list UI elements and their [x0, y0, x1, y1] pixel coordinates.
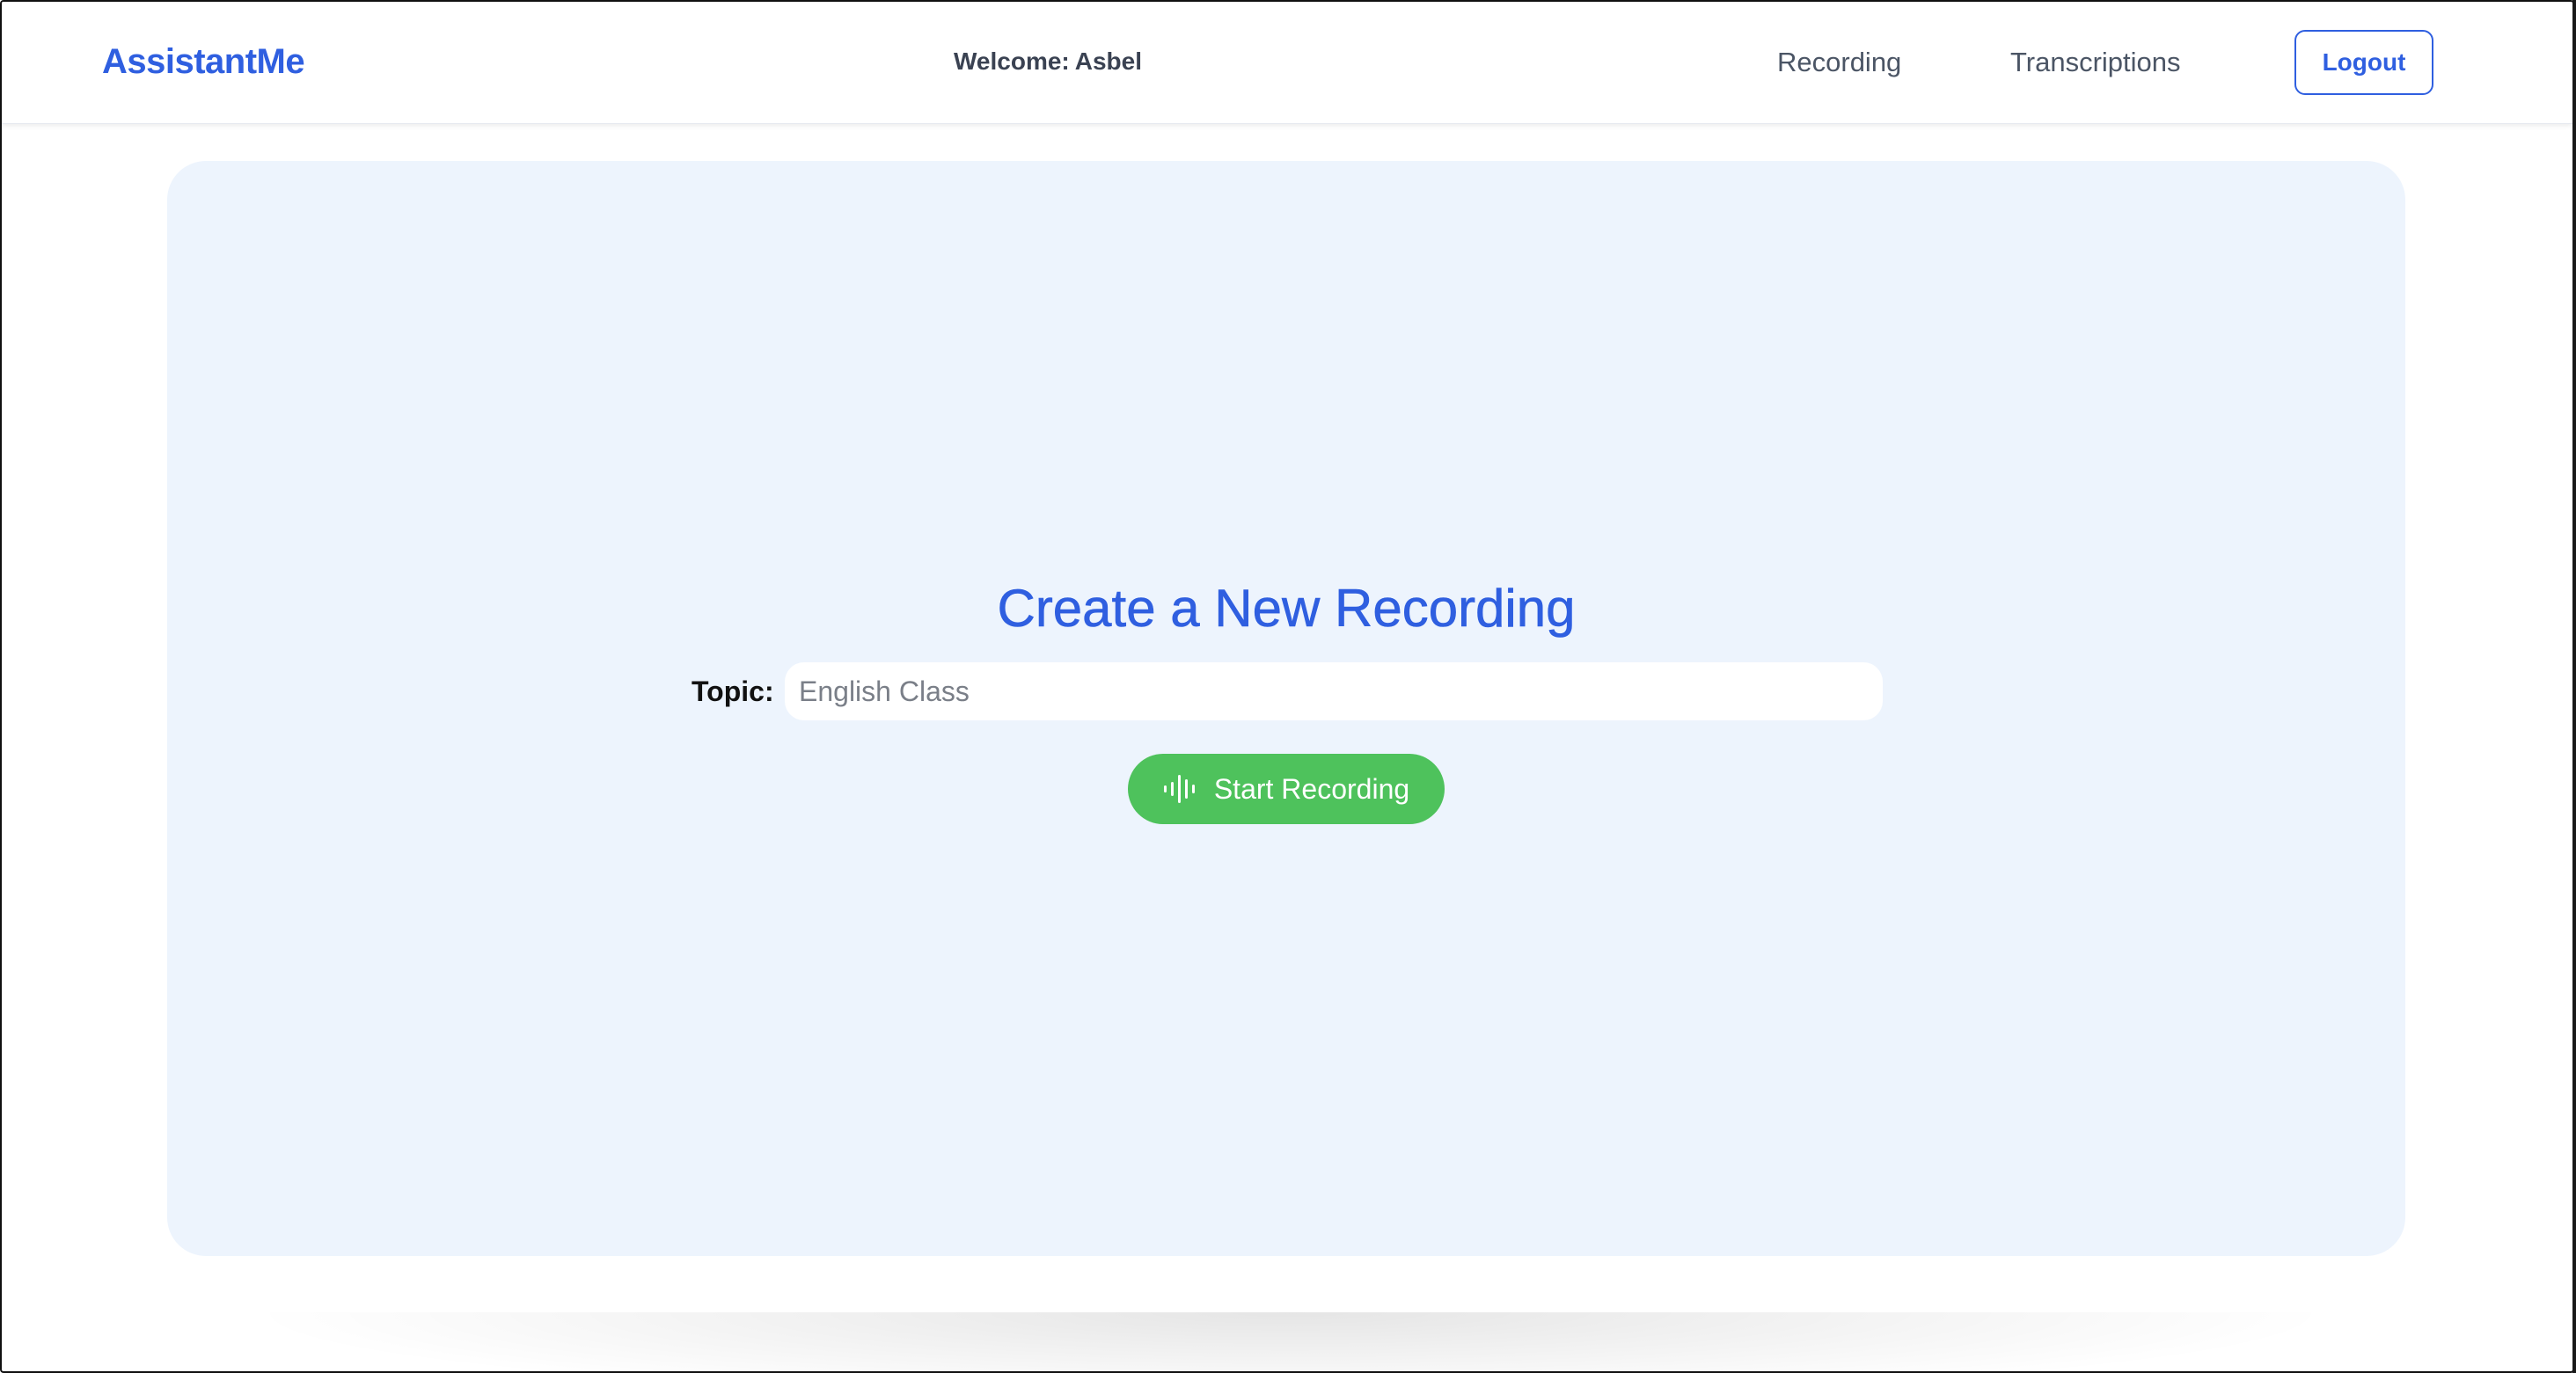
audio-waveform-icon [1163, 773, 1198, 805]
brand-logo[interactable]: AssistantMe [102, 39, 305, 84]
welcome-username: Asbel [1074, 47, 1142, 75]
nav-link-transcriptions[interactable]: Transcriptions [2010, 42, 2181, 83]
start-recording-button[interactable]: Start Recording [1128, 754, 1445, 824]
start-recording-label: Start Recording [1213, 773, 1410, 805]
window-edge [2572, 0, 2576, 1373]
welcome-message: Welcome: Asbel [954, 44, 1142, 79]
topic-input[interactable] [785, 662, 1883, 720]
top-navbar: AssistantMe Welcome: Asbel Recording Tran… [2, 2, 2572, 124]
page-title: Create a New Recording [997, 579, 1576, 639]
app-window: AssistantMe Welcome: Asbel Recording Tran… [0, 0, 2574, 1373]
logout-button[interactable]: Logout [2294, 30, 2433, 95]
page-bottom-shadow [239, 1312, 2342, 1371]
topic-label: Topic: [692, 676, 774, 707]
recording-card: Create a New Recording Topic: Start Reco… [167, 161, 2405, 1256]
nav-link-recording[interactable]: Recording [1777, 42, 1901, 83]
welcome-prefix: Welcome: [954, 47, 1070, 75]
